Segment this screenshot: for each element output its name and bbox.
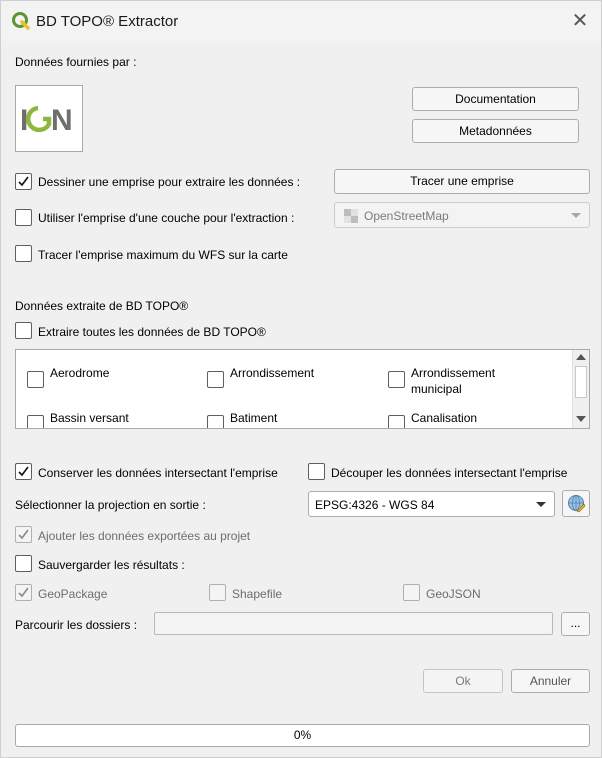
checkmark-icon [18, 529, 29, 540]
list-item-checkbox[interactable] [27, 415, 44, 428]
draw-extent-checkbox[interactable] [15, 173, 32, 190]
cancel-button[interactable]: Annuler [511, 669, 590, 693]
wfs-extent-checkbox[interactable] [15, 245, 32, 262]
metadata-button[interactable]: Metadonnées [412, 119, 579, 143]
add-to-project-label: Ajouter les données exportées au projet [38, 529, 251, 543]
browse-button[interactable]: ... [561, 612, 590, 636]
browse-label: Parcourir les dossiers : [15, 618, 138, 632]
extract-all-checkbox[interactable] [15, 322, 32, 339]
provider-label: Données fournies par : [15, 55, 137, 69]
add-to-project-checkbox[interactable] [15, 526, 32, 543]
close-button[interactable]: ✕ [567, 9, 593, 35]
trace-extent-button[interactable]: Tracer une emprise [334, 169, 590, 194]
qgis-logo-icon [12, 12, 30, 30]
keep-intersect-label: Conserver les données intersectant l'emp… [38, 466, 278, 480]
list-item-label: Canalisation [411, 411, 478, 425]
projection-label: Sélectionner la projection en sortie : [15, 498, 206, 512]
close-icon: ✕ [571, 10, 589, 32]
scroll-up-icon[interactable] [576, 354, 586, 360]
save-results-label: Sauvergarder les résultats : [38, 558, 185, 572]
list-item-label: Batiment [230, 411, 278, 425]
projection-combo-value: EPSG:4326 - WGS 84 [315, 498, 435, 512]
wfs-extent-label: Tracer l'emprise maximum du WFS sur la c… [38, 248, 288, 262]
draw-extent-label: Dessiner une emprise pour extraire les d… [38, 175, 301, 189]
window-title: BD TOPO® Extractor [36, 13, 179, 30]
layer-extent-checkbox[interactable] [15, 209, 32, 226]
scroll-thumb[interactable] [575, 366, 587, 398]
ign-logo-icon: I N [15, 85, 83, 152]
list-item-checkbox[interactable] [207, 415, 224, 428]
chevron-down-icon [536, 502, 546, 507]
geopackage-label: GeoPackage [38, 587, 108, 601]
list-item-checkbox[interactable] [27, 371, 44, 388]
documentation-button[interactable]: Documentation [412, 87, 579, 111]
list-item-checkbox[interactable] [388, 415, 405, 428]
list-item-label: Arrondissement [411, 366, 496, 380]
layer-combo-value: OpenStreetMap [364, 209, 449, 223]
geojson-checkbox[interactable] [403, 584, 420, 601]
layer-combo[interactable]: OpenStreetMap [334, 202, 590, 228]
ok-button[interactable]: Ok [423, 669, 503, 693]
list-item-label-second-line: municipal [411, 382, 462, 396]
checkmark-icon [18, 176, 29, 187]
chevron-down-icon [571, 213, 581, 218]
shapefile-label: Shapefile [232, 587, 283, 601]
list-item-checkbox[interactable] [207, 371, 224, 388]
raster-layer-icon [344, 209, 358, 223]
checkmark-icon [18, 466, 29, 477]
cut-intersect-label: Découper les données intersectant l'empr… [331, 466, 568, 480]
extract-section-label: Données extraite de BD TOPO® [15, 299, 189, 313]
layer-extent-label: Utiliser l'emprise d'une couche pour l'e… [38, 211, 295, 225]
geojson-label: GeoJSON [426, 587, 481, 601]
progress-text: 0% [293, 728, 312, 742]
list-item-label: Arrondissement [230, 366, 315, 380]
crs-globe-icon [568, 495, 586, 513]
list-scrollbar[interactable] [572, 350, 589, 428]
projection-combo[interactable]: EPSG:4326 - WGS 84 [308, 491, 555, 517]
layer-list[interactable]: Aerodrome Arrondissement Arrondissement … [15, 349, 590, 429]
scroll-down-icon[interactable] [576, 416, 586, 422]
save-results-checkbox[interactable] [15, 555, 32, 572]
title-bar[interactable]: BD TOPO® Extractor ✕ [1, 1, 601, 41]
progress-bar: 0% [15, 724, 590, 747]
crs-selector-button[interactable] [562, 490, 590, 517]
list-item-label: Aerodrome [50, 366, 110, 380]
list-item-checkbox[interactable] [388, 371, 405, 388]
shapefile-checkbox[interactable] [209, 584, 226, 601]
list-item-label: Bassin versant [50, 411, 129, 425]
output-folder-field[interactable] [154, 612, 553, 635]
extract-all-label: Extraire toutes les données de BD TOPO® [38, 325, 266, 339]
geopackage-checkbox[interactable] [15, 584, 32, 601]
keep-intersect-checkbox[interactable] [15, 463, 32, 480]
checkmark-icon [18, 587, 29, 598]
extractor-dialog: BD TOPO® Extractor ✕ Données fournies pa… [0, 0, 602, 758]
svg-text:N: N [51, 104, 73, 137]
cut-intersect-checkbox[interactable] [308, 463, 325, 480]
